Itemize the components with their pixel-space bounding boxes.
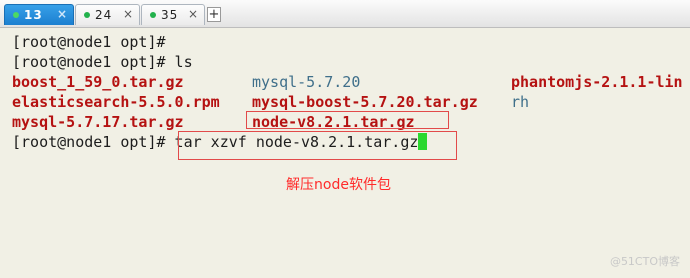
close-icon[interactable]: × [188, 7, 198, 21]
tab-label: 24 [95, 8, 113, 22]
session-status-icon [150, 12, 156, 18]
tab-label: 13 [24, 8, 43, 22]
tab-35[interactable]: 35 × [141, 4, 205, 25]
session-status-icon [84, 12, 90, 18]
close-icon[interactable]: × [57, 7, 67, 21]
archive-file: mysql-boost-5.7.20.tar.gz [252, 93, 478, 111]
directory: rh [511, 93, 530, 111]
archive-file: boost_1_59_0.tar.gz [12, 73, 184, 91]
tab-label: 35 [161, 8, 179, 22]
highlight-box-file [246, 111, 449, 129]
watermark: @51CTO博客 [609, 255, 680, 268]
new-tab-button[interactable]: + [207, 7, 221, 22]
tab-bar: 13 × 24 × 35 × + [0, 0, 690, 28]
annotation-text: 解压node软件包 [286, 177, 391, 193]
terminal-line: [root@node1 opt]# ls [12, 53, 193, 71]
session-status-icon [13, 12, 19, 18]
archive-file: mysql-5.7.17.tar.gz [12, 113, 184, 131]
tab-24[interactable]: 24 × [75, 4, 140, 25]
highlight-box-command [178, 131, 457, 160]
close-icon[interactable]: × [123, 7, 133, 21]
directory: mysql-5.7.20 [252, 73, 361, 91]
tab-13[interactable]: 13 × [4, 4, 74, 25]
terminal-line: [root@node1 opt]# [12, 33, 166, 51]
archive-file: elasticsearch-5.5.0.rpm [12, 93, 220, 111]
archive-file: phantomjs-2.1.1-lin [511, 73, 683, 91]
prompt: [root@node1 opt]# [12, 133, 166, 151]
